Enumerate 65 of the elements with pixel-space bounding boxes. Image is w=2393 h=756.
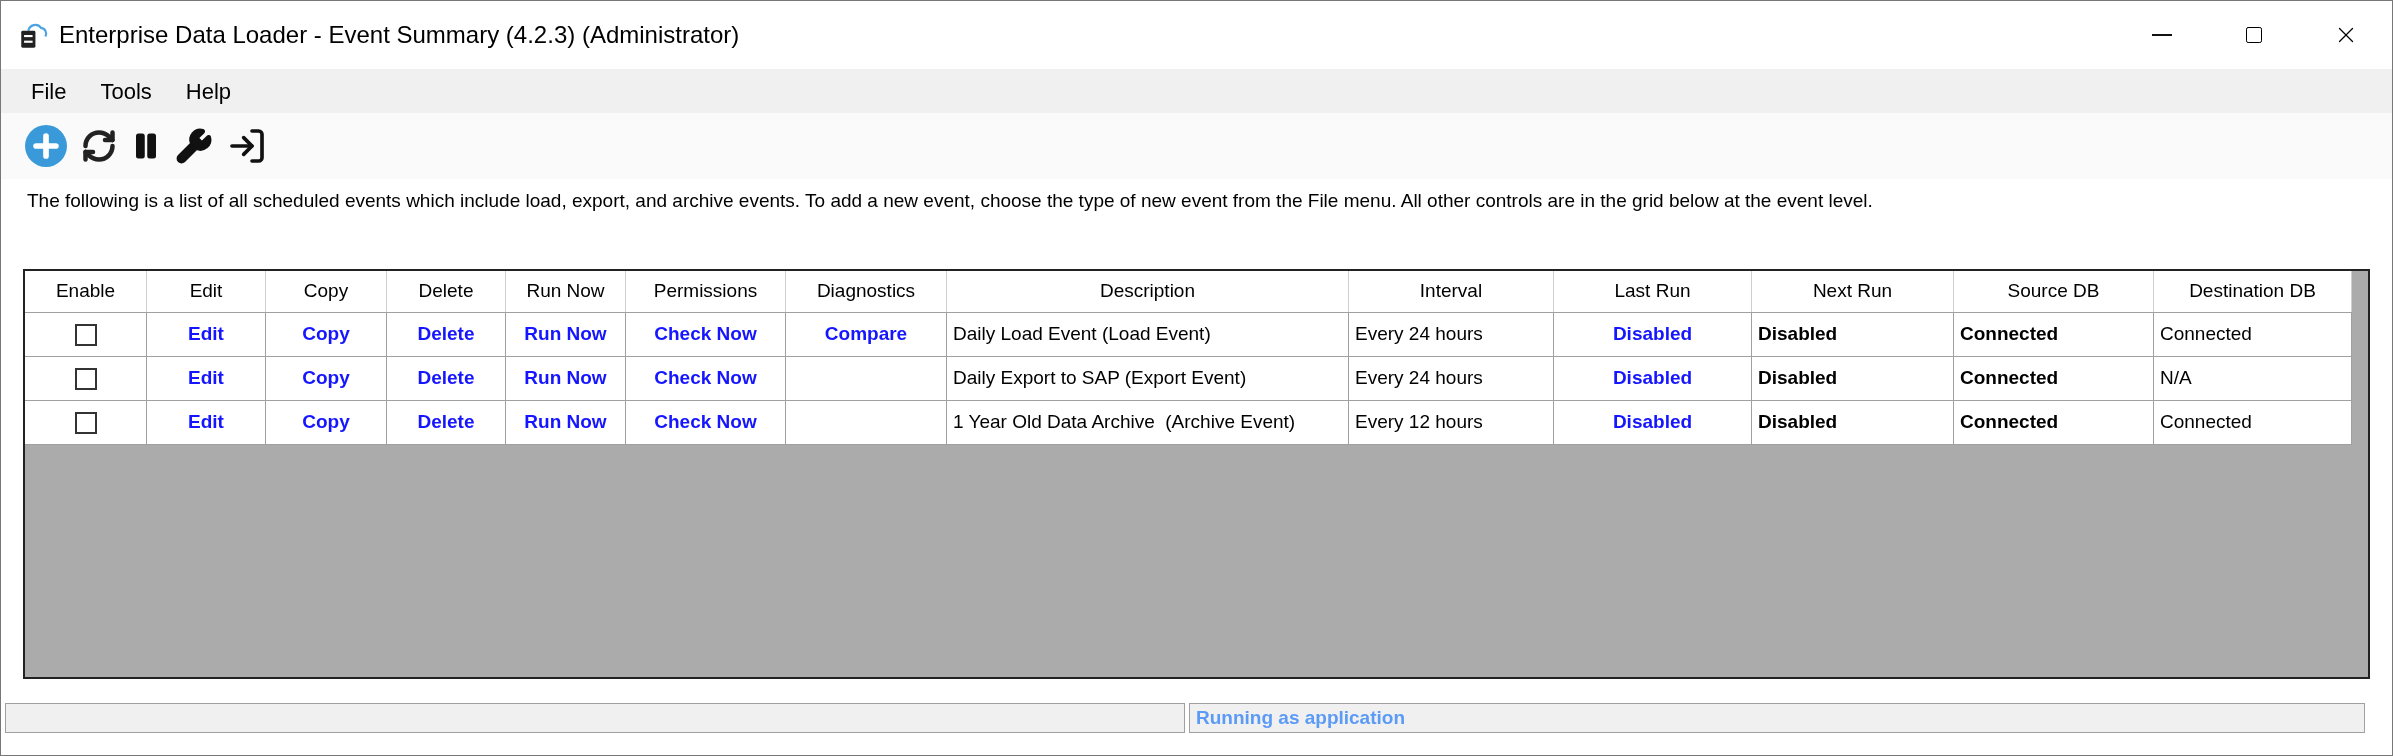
- grid-link[interactable]: Run Now: [524, 408, 607, 437]
- table-cell-text: Disabled: [1758, 366, 1838, 391]
- refresh-icon[interactable]: [81, 128, 117, 164]
- grid-link[interactable]: Edit: [188, 408, 224, 437]
- table-cell-text: Every 24 hours: [1355, 322, 1483, 347]
- grid-link[interactable]: Delete: [417, 364, 475, 393]
- checkbox[interactable]: [74, 367, 97, 390]
- grid-link[interactable]: Run Now: [524, 364, 607, 393]
- door-icon[interactable]: [227, 126, 267, 166]
- grid-link[interactable]: Delete: [417, 320, 475, 349]
- column-header: Permissions: [626, 271, 786, 312]
- status-text: Running as application: [1196, 705, 1405, 730]
- checkbox[interactable]: [74, 323, 97, 346]
- grid-link[interactable]: Edit: [188, 320, 224, 349]
- table-cell-text: Every 24 hours: [1355, 366, 1483, 391]
- column-header: Destination DB: [2154, 271, 2352, 312]
- table-row[interactable]: Edit Copy Delete Run Now Check Now 1 Year Old Data Archive (Archive Event) Every 12 hours Disabled Disabled Connected Connected: [25, 401, 2352, 445]
- grid-link[interactable]: Check Now: [654, 364, 757, 393]
- maximize-icon: [2244, 25, 2264, 45]
- column-header: Last Run: [1554, 271, 1752, 312]
- column-header: Run Now: [506, 271, 626, 312]
- column-header: Enable: [25, 271, 147, 312]
- grid-link[interactable]: Run Now: [524, 320, 607, 349]
- table-cell-text: Connected: [1960, 322, 2059, 347]
- menu-item[interactable]: Tools: [88, 74, 164, 108]
- table-row[interactable]: Edit Copy Delete Run Now Check Now Daily Export to SAP (Export Event) Every 24 hours Disabled Disabled Connected N/A: [25, 357, 2352, 401]
- table-cell-text: Every 12 hours: [1355, 410, 1483, 435]
- column-header: Description: [947, 271, 1349, 312]
- grid-link[interactable]: Disabled: [1612, 408, 1693, 437]
- table-cell-text: Daily Export to SAP (Export Event): [953, 366, 1247, 391]
- add-icon[interactable]: [25, 125, 67, 167]
- table-cell-text: Connected: [1960, 366, 2059, 391]
- grid-link[interactable]: Compare: [824, 320, 908, 349]
- grid-link[interactable]: Check Now: [654, 320, 757, 349]
- column-header: Diagnostics: [786, 271, 947, 312]
- table-cell-text: Disabled: [1758, 322, 1838, 347]
- grid-link[interactable]: Disabled: [1612, 364, 1693, 393]
- table-cell-text: 1 Year Old Data Archive (Archive Event): [953, 410, 1296, 435]
- checkbox[interactable]: [74, 411, 97, 434]
- grid-link[interactable]: Copy: [302, 408, 350, 437]
- grid-link[interactable]: Check Now: [654, 408, 757, 437]
- grid-link[interactable]: Edit: [188, 364, 224, 393]
- grid-link[interactable]: Copy: [302, 364, 350, 393]
- table-cell-text: Connected: [1960, 410, 2059, 435]
- table-cell-text: Daily Load Event (Load Event): [953, 322, 1211, 347]
- column-header: Copy: [266, 271, 387, 312]
- column-header: Interval: [1349, 271, 1554, 312]
- table-cell-text: Connected: [2160, 322, 2252, 347]
- column-header: Edit: [147, 271, 266, 312]
- table-cell-text: Connected: [2160, 410, 2252, 435]
- menu-item[interactable]: Help: [173, 74, 244, 108]
- description-text: The following is a list of all scheduled events which include load, export, and archive events. To add a new event, choose the type of new event from the File menu. All other controls are in the grid below at the event level.: [27, 188, 1873, 213]
- column-header: Source DB: [1954, 271, 2154, 312]
- window-title: Enterprise Data Loader - Event Summary (4.2.3) (Administrator): [59, 20, 740, 50]
- table-cell-text: N/A: [2160, 366, 2192, 391]
- wrench-icon[interactable]: [175, 127, 213, 165]
- grid-link[interactable]: Delete: [417, 408, 475, 437]
- column-header: Next Run: [1752, 271, 1954, 312]
- column-header: Delete: [387, 271, 506, 312]
- grid-link[interactable]: Disabled: [1612, 320, 1693, 349]
- table-row[interactable]: Edit Copy Delete Run Now Check Now Compare Daily Load Event (Load Event) Every 24 hours Disabled Disabled Connected Connected: [25, 313, 2352, 357]
- table-cell-text: Disabled: [1758, 410, 1838, 435]
- menu-item[interactable]: File: [19, 74, 79, 108]
- grid-link[interactable]: Copy: [302, 320, 350, 349]
- minimize-icon: [2152, 34, 2172, 36]
